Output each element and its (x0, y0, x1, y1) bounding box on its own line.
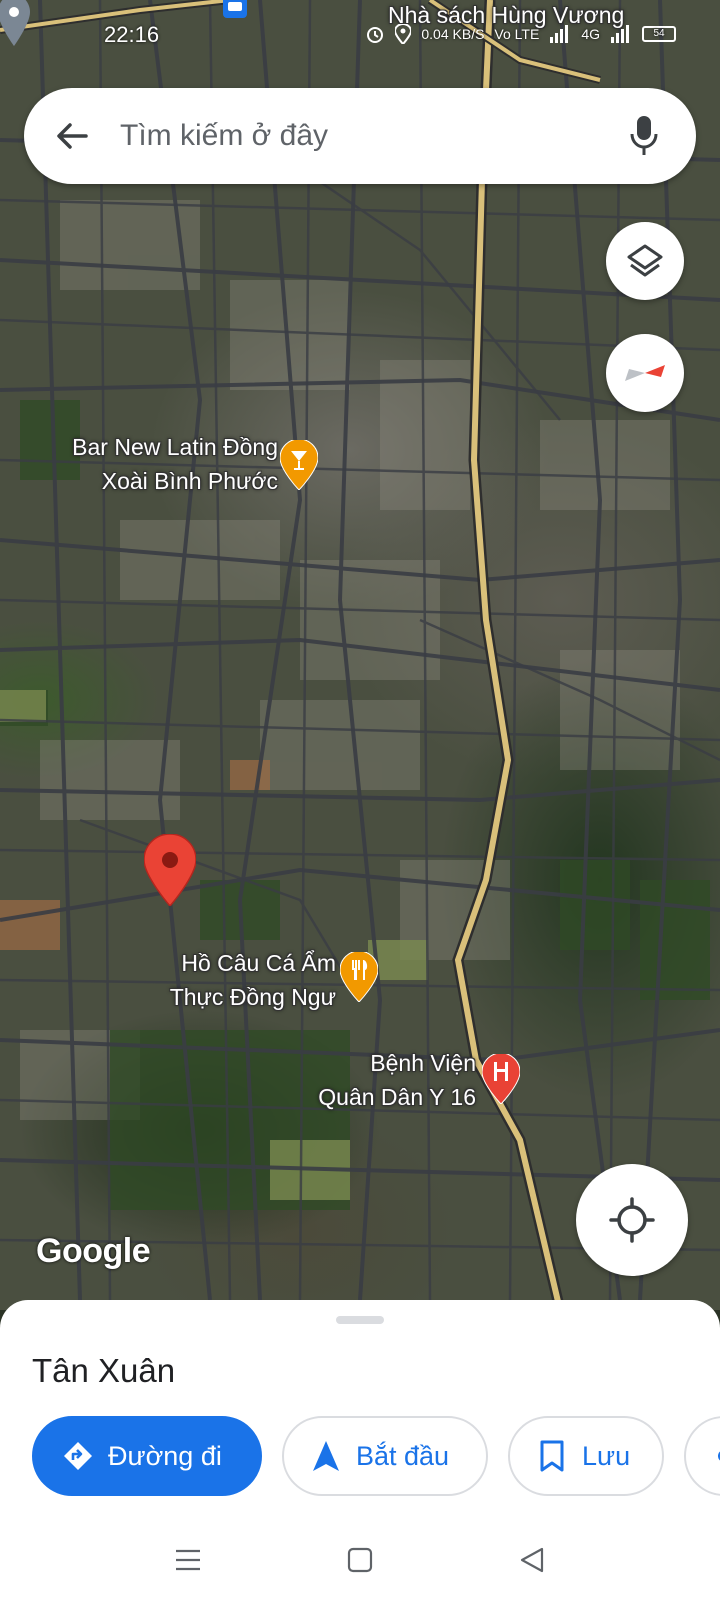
directions-icon (62, 1440, 94, 1472)
back-button[interactable] (510, 1538, 554, 1582)
signal-icon (550, 25, 569, 43)
save-label: Lưu (582, 1440, 631, 1471)
compass-icon (625, 365, 665, 381)
map-view[interactable]: Nhà sách Hùng Vương Bar New Latin Đồng X… (0, 0, 720, 1310)
battery-icon: 54 (642, 26, 676, 42)
back-arrow-icon[interactable] (52, 116, 92, 156)
home-button[interactable] (338, 1538, 382, 1582)
start-navigation-button[interactable]: Bắt đầu (282, 1416, 488, 1496)
status-time: 22:16 (104, 22, 160, 47)
satellite-imagery (0, 0, 720, 1310)
hospital-icon[interactable] (482, 1054, 520, 1104)
my-location-button[interactable] (576, 1164, 688, 1276)
label-bar-line1[interactable]: Bar New Latin Đồng (32, 432, 278, 462)
bus-stop-icon[interactable] (222, 0, 248, 20)
cocktail-icon[interactable] (280, 440, 318, 490)
drag-handle[interactable] (336, 1316, 384, 1324)
search-bar[interactable] (24, 88, 696, 184)
search-input[interactable] (120, 110, 600, 162)
label-hospital-line1[interactable]: Bệnh Viện (240, 1048, 476, 1078)
label-fishing-line1[interactable]: Hồ Câu Cá Ẩm (100, 948, 336, 978)
layers-button[interactable] (606, 222, 684, 300)
microphone-icon[interactable] (628, 112, 660, 160)
alarm-icon (367, 27, 384, 43)
network-type: 4G (581, 26, 600, 42)
signal-icon-2 (611, 25, 629, 43)
location-icon (395, 24, 412, 44)
system-nav-bar (0, 1520, 720, 1600)
save-button[interactable]: Lưu (508, 1416, 664, 1496)
compass-button[interactable] (606, 334, 684, 412)
selected-location-pin[interactable] (144, 834, 196, 906)
bookmark-icon (536, 1440, 568, 1472)
back-triangle-icon (520, 1547, 544, 1573)
status-bar: 22:16 0.04 KB/S Vo LTE 4G 54 (0, 22, 720, 50)
google-attribution: Google (36, 1232, 151, 1270)
label-bar-line2[interactable]: Xoài Bình Phước (32, 466, 278, 496)
more-actions-button[interactable] (684, 1416, 720, 1496)
place-bottom-sheet[interactable]: Tân Xuân Đường đi Bắt đầu Lưu (0, 1300, 720, 1520)
net-speed: 0.04 KB/S (421, 26, 485, 42)
place-title: Tân Xuân (32, 1352, 176, 1389)
layers-icon (627, 244, 663, 277)
directions-button[interactable]: Đường đi (32, 1416, 262, 1496)
navigation-arrow-icon (310, 1440, 342, 1472)
start-label: Bắt đầu (356, 1440, 450, 1471)
my-location-icon (609, 1197, 655, 1243)
home-square-icon (347, 1547, 373, 1573)
fork-knife-icon[interactable] (340, 952, 378, 1002)
action-chips: Đường đi Bắt đầu Lưu (32, 1416, 720, 1496)
directions-label: Đường đi (108, 1440, 222, 1471)
status-icons: 0.04 KB/S Vo LTE 4G 54 (365, 24, 676, 44)
recent-apps-button[interactable] (166, 1538, 210, 1582)
volte-indicator: Vo LTE (494, 26, 540, 42)
share-icon (708, 1440, 720, 1472)
label-hospital-line2[interactable]: Quân Dân Y 16 (240, 1082, 476, 1112)
menu-icon (176, 1549, 200, 1571)
label-fishing-line2[interactable]: Thực Đồng Ngư (100, 982, 336, 1012)
